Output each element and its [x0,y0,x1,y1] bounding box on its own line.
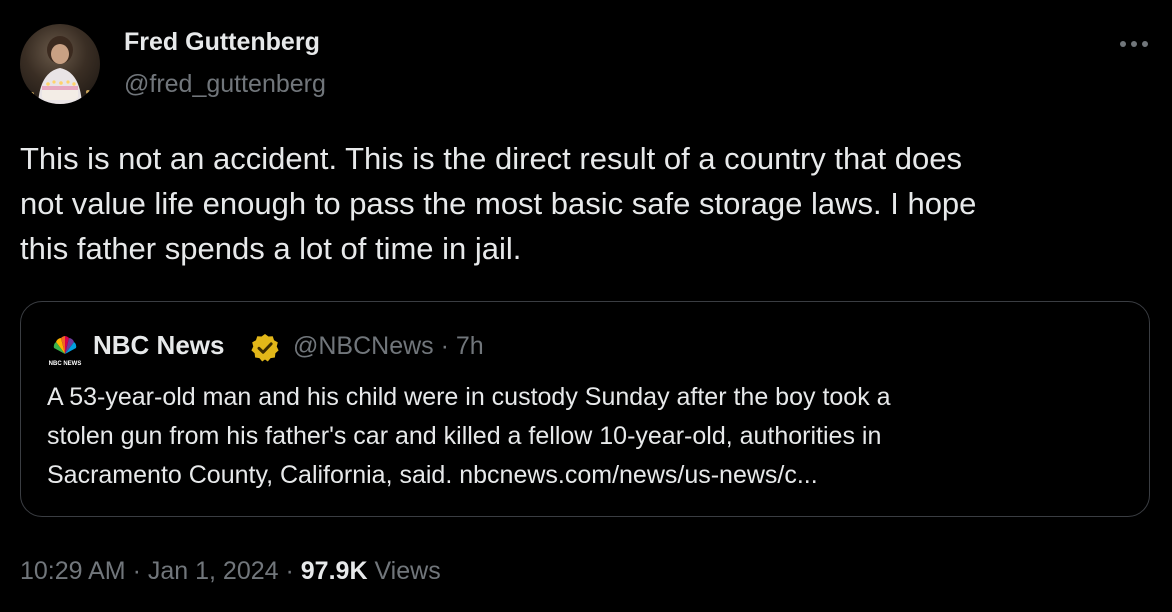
more-options-button[interactable] [1116,26,1152,62]
quoted-tweet-text: A 53-year-old man and his child were in … [47,378,1137,495]
quoted-text-line: stolen gun from his father's car and kil… [47,422,882,450]
gold-verified-badge-icon [251,334,279,362]
author-handle[interactable]: @fred_guttenberg [124,70,326,99]
quoted-author-name[interactable]: NBC News [93,330,224,361]
views-count: 97.9K [300,557,368,585]
tweet-text: This is not an accident. This is the dir… [20,136,1140,271]
tweet-meta: 10:29 AM · Jan 1, 2024 · 97.9K Views [20,557,441,586]
tweet-text-line: this father spends a lot of time in jail… [20,231,522,266]
author-name[interactable]: Fred Guttenberg [124,28,320,57]
tweet-date[interactable]: Jan 1, 2024 [148,557,279,585]
tweet: Fred Guttenberg @fred_guttenberg This is… [0,0,1172,612]
views-label: Views [374,557,441,585]
quoted-text-line: Sacramento County, California, said. nbc… [47,461,818,489]
more-horizontal-icon [1120,41,1148,47]
nbc-peacock-logo: NBC NEWS [49,336,82,367]
quoted-text-line: A 53-year-old man and his child were in … [47,383,891,411]
quoted-handle-time[interactable]: @NBCNews · 7h [293,332,484,361]
avatar-image [30,36,90,104]
tweet-text-line: This is not an accident. This is the dir… [20,141,962,176]
quoted-tweet-card[interactable]: NBC NEWS NBC News @NBCNews · 7h A 53-yea… [20,301,1150,517]
tweet-time[interactable]: 10:29 AM [20,557,126,585]
nbc-logo-text: NBC NEWS [49,361,82,367]
tweet-text-line: not value life enough to pass the most b… [20,186,977,221]
meta-separator: · [285,557,294,585]
author-avatar[interactable] [20,24,100,104]
meta-separator: · [132,557,141,585]
